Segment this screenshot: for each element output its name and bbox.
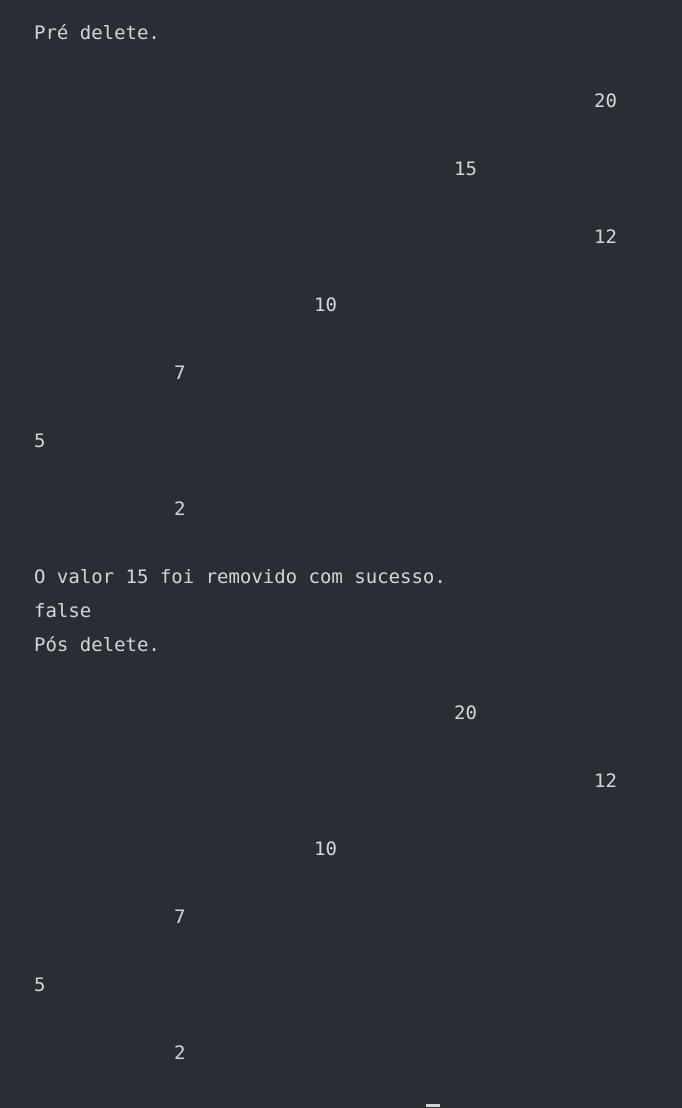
tree-node-pre: 5: [34, 430, 46, 452]
post-delete-header: Pós delete.: [34, 634, 160, 656]
tree-node-pre: 12: [594, 226, 617, 248]
tree-node-pre: 20: [594, 90, 617, 112]
terminal-cursor: [426, 1104, 440, 1107]
tree-node-post: 7: [174, 906, 186, 928]
tree-node-pre: 10: [314, 294, 337, 316]
result-value: false: [34, 600, 92, 622]
tree-node-pre: 15: [454, 158, 477, 180]
pre-delete-header: Pré delete.: [34, 22, 160, 44]
terminal-output: Pré delete. 20 15 12 10 7 5 2 O valor 15…: [0, 0, 682, 1108]
tree-node-pre: 2: [174, 498, 186, 520]
tree-node-post: 10: [314, 838, 337, 860]
tree-node-pre: 7: [174, 362, 186, 384]
tree-node-post: 12: [594, 770, 617, 792]
tree-node-post: 20: [454, 702, 477, 724]
removed-message: O valor 15 foi removido com sucesso.: [34, 566, 446, 588]
tree-node-post: 2: [174, 1042, 186, 1064]
tree-node-post: 5: [34, 974, 46, 996]
